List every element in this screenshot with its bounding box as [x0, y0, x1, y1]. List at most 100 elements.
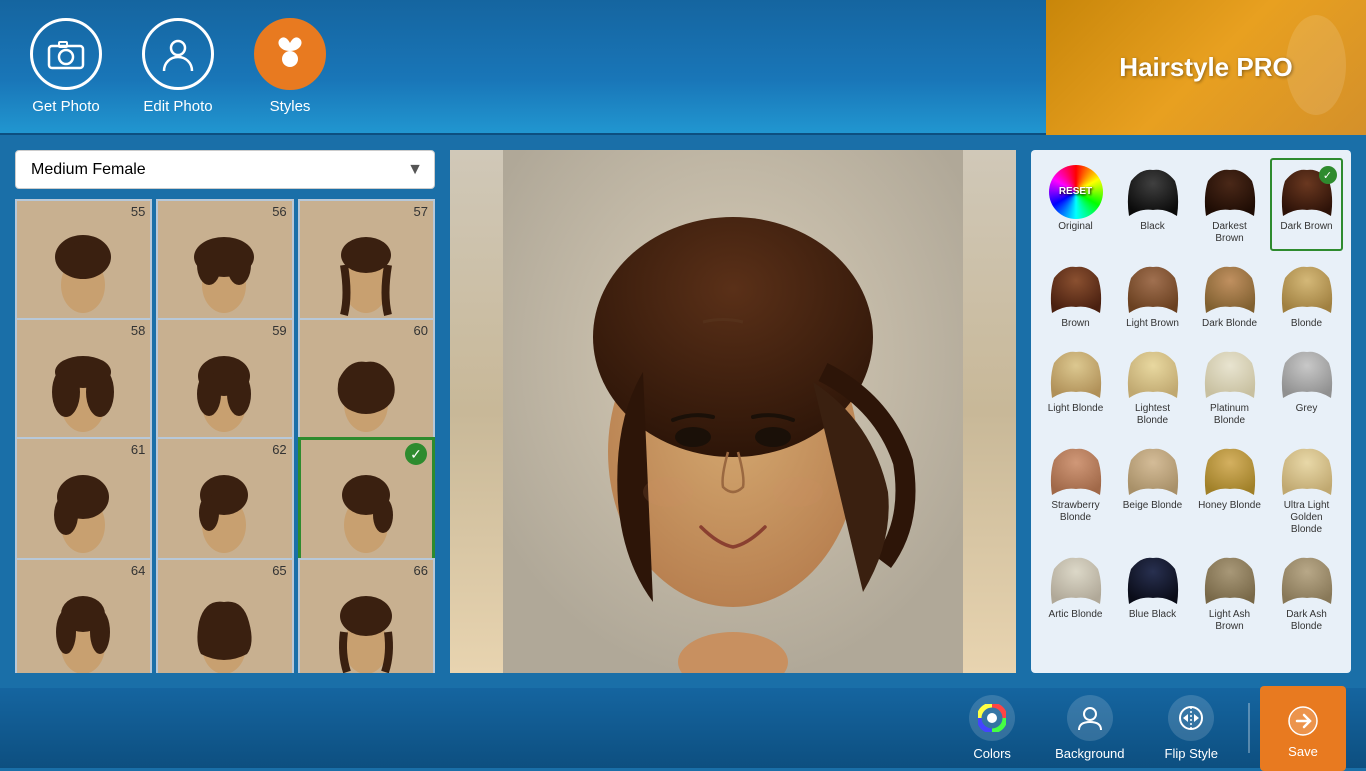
color-cell-artic-blonde[interactable]: Artic Blonde	[1039, 546, 1112, 639]
color-cell-light-blonde[interactable]: Light Blonde	[1039, 340, 1112, 433]
styles-icon-circle	[254, 18, 326, 90]
face-svg-58	[46, 354, 121, 444]
color-swatch-strawberry-blonde	[1044, 443, 1108, 498]
color-cell-honey-blonde[interactable]: Honey Blonde	[1193, 437, 1266, 542]
color-cell-dark-brown[interactable]: ✓ Dark Brown	[1270, 158, 1343, 251]
style-num-56: 56	[272, 204, 286, 219]
hairstyle-icon	[270, 35, 310, 73]
style-num-58: 58	[131, 323, 145, 338]
color-swatch-dark-ash-blonde	[1275, 552, 1339, 607]
colors-button[interactable]: Colors	[949, 685, 1035, 771]
color-swatch-light-ash-brown	[1198, 552, 1262, 607]
color-label-strawberry-blonde: Strawberry Blonde	[1043, 500, 1108, 524]
hair-shape-lightest-blonde	[1121, 348, 1185, 400]
toolbar-divider	[1248, 703, 1250, 753]
style-grid: 55 56	[15, 199, 435, 673]
hair-shape-grey	[1275, 348, 1339, 400]
hair-shape-light-blonde	[1044, 348, 1108, 400]
save-icon	[1280, 698, 1326, 744]
colors-icon	[969, 695, 1015, 741]
style-num-59: 59	[272, 323, 286, 338]
header: Get Photo Edit Photo Styles Hairstyle PR…	[0, 0, 1366, 135]
nav-get-photo[interactable]: Get Photo	[30, 18, 102, 115]
background-label: Background	[1055, 746, 1124, 761]
color-swatch-light-blonde	[1044, 346, 1108, 401]
color-cell-grey[interactable]: Grey	[1270, 340, 1343, 433]
color-label-brown: Brown	[1061, 318, 1089, 330]
color-label-light-brown: Light Brown	[1126, 318, 1179, 330]
style-dropdown-wrapper[interactable]: Medium Female ▼	[15, 150, 435, 189]
color-swatch-dark-blonde	[1198, 261, 1262, 316]
style-num-64: 64	[131, 563, 145, 578]
edit-photo-icon-circle	[142, 18, 214, 90]
nav-edit-photo[interactable]: Edit Photo	[142, 18, 214, 115]
color-cell-original[interactable]: RESET Original	[1039, 158, 1112, 251]
hair-shape-darkest-brown	[1198, 166, 1262, 218]
flip-style-button[interactable]: Flip Style	[1145, 685, 1238, 771]
hair-shape-honey-blonde	[1198, 445, 1262, 497]
color-label-beige-blonde: Beige Blonde	[1123, 500, 1183, 512]
style-category-select[interactable]: Medium Female	[15, 150, 435, 189]
color-cell-light-ash-brown[interactable]: Light Ash Brown	[1193, 546, 1266, 639]
face-svg-66	[329, 594, 404, 673]
save-arrow-icon	[1287, 705, 1319, 737]
nav-styles[interactable]: Styles	[254, 18, 326, 115]
preview-face-svg	[503, 150, 963, 673]
hair-shape-dark-blonde	[1198, 263, 1262, 315]
color-swatch-blue-black	[1121, 552, 1185, 607]
edit-photo-label: Edit Photo	[143, 98, 212, 115]
save-button[interactable]: Save	[1260, 686, 1346, 771]
face-svg-56	[187, 235, 262, 325]
color-label-platinum-blonde: Platinum Blonde	[1197, 403, 1262, 427]
style-cell-64[interactable]: 64	[15, 558, 152, 673]
get-photo-icon-circle	[30, 18, 102, 90]
color-swatch-artic-blonde	[1044, 552, 1108, 607]
camera-icon	[47, 38, 85, 70]
flip-style-label: Flip Style	[1165, 746, 1218, 761]
color-label-lightest-blonde: Lightest Blonde	[1120, 403, 1185, 427]
hair-shape-dark-ash-blonde	[1275, 554, 1339, 606]
bottom-toolbar: Colors Background Flip Style	[0, 688, 1366, 768]
color-swatch-honey-blonde	[1198, 443, 1262, 498]
color-label-artic-blonde: Artic Blonde	[1049, 609, 1103, 621]
photo-display	[450, 150, 1016, 673]
style-num-61: 61	[131, 442, 145, 457]
person-icon	[159, 35, 197, 73]
color-cell-brown[interactable]: Brown	[1039, 255, 1112, 336]
color-label-dark-brown: Dark Brown	[1280, 221, 1332, 233]
color-label-darkest-brown: Darkest Brown	[1197, 221, 1262, 245]
styles-label: Styles	[270, 98, 311, 115]
color-cell-darkest-brown[interactable]: Darkest Brown	[1193, 158, 1266, 251]
color-cell-dark-blonde[interactable]: Dark Blonde	[1193, 255, 1266, 336]
colors-label: Colors	[973, 746, 1011, 761]
color-label-blue-black: Blue Black	[1129, 609, 1176, 621]
color-label-black: Black	[1140, 221, 1164, 233]
background-button[interactable]: Background	[1035, 685, 1144, 771]
color-cell-beige-blonde[interactable]: Beige Blonde	[1116, 437, 1189, 542]
color-cell-platinum-blonde[interactable]: Platinum Blonde	[1193, 340, 1266, 433]
color-cell-lightest-blonde[interactable]: Lightest Blonde	[1116, 340, 1189, 433]
color-cell-ultra-light-golden-blonde[interactable]: Ultra Light Golden Blonde	[1270, 437, 1343, 542]
color-cell-blonde[interactable]: Blonde	[1270, 255, 1343, 336]
color-cell-light-brown[interactable]: Light Brown	[1116, 255, 1189, 336]
color-label-honey-blonde: Honey Blonde	[1198, 500, 1261, 512]
style-cell-66[interactable]: 66	[298, 558, 435, 673]
color-cell-blue-black[interactable]: Blue Black	[1116, 546, 1189, 639]
reset-text: RESET	[1059, 186, 1092, 197]
face-svg-57	[329, 235, 404, 325]
hair-shape-black	[1121, 166, 1185, 218]
style-panel: Medium Female ▼ 55 56	[15, 150, 435, 673]
hair-shape-ultra-light-golden-blonde	[1275, 445, 1339, 497]
style-cell-65[interactable]: 65	[156, 558, 293, 673]
color-wheel-icon	[978, 704, 1006, 732]
save-label: Save	[1288, 744, 1318, 759]
get-photo-label: Get Photo	[32, 98, 100, 115]
color-swatch-ultra-light-golden-blonde	[1275, 443, 1339, 498]
color-cell-dark-ash-blonde[interactable]: Dark Ash Blonde	[1270, 546, 1343, 639]
hair-shape-beige-blonde	[1121, 445, 1185, 497]
color-cell-strawberry-blonde[interactable]: Strawberry Blonde	[1039, 437, 1112, 542]
color-label-grey: Grey	[1296, 403, 1318, 415]
color-swatch-light-brown	[1121, 261, 1185, 316]
color-cell-black[interactable]: Black	[1116, 158, 1189, 251]
hair-shape-light-ash-brown	[1198, 554, 1262, 606]
